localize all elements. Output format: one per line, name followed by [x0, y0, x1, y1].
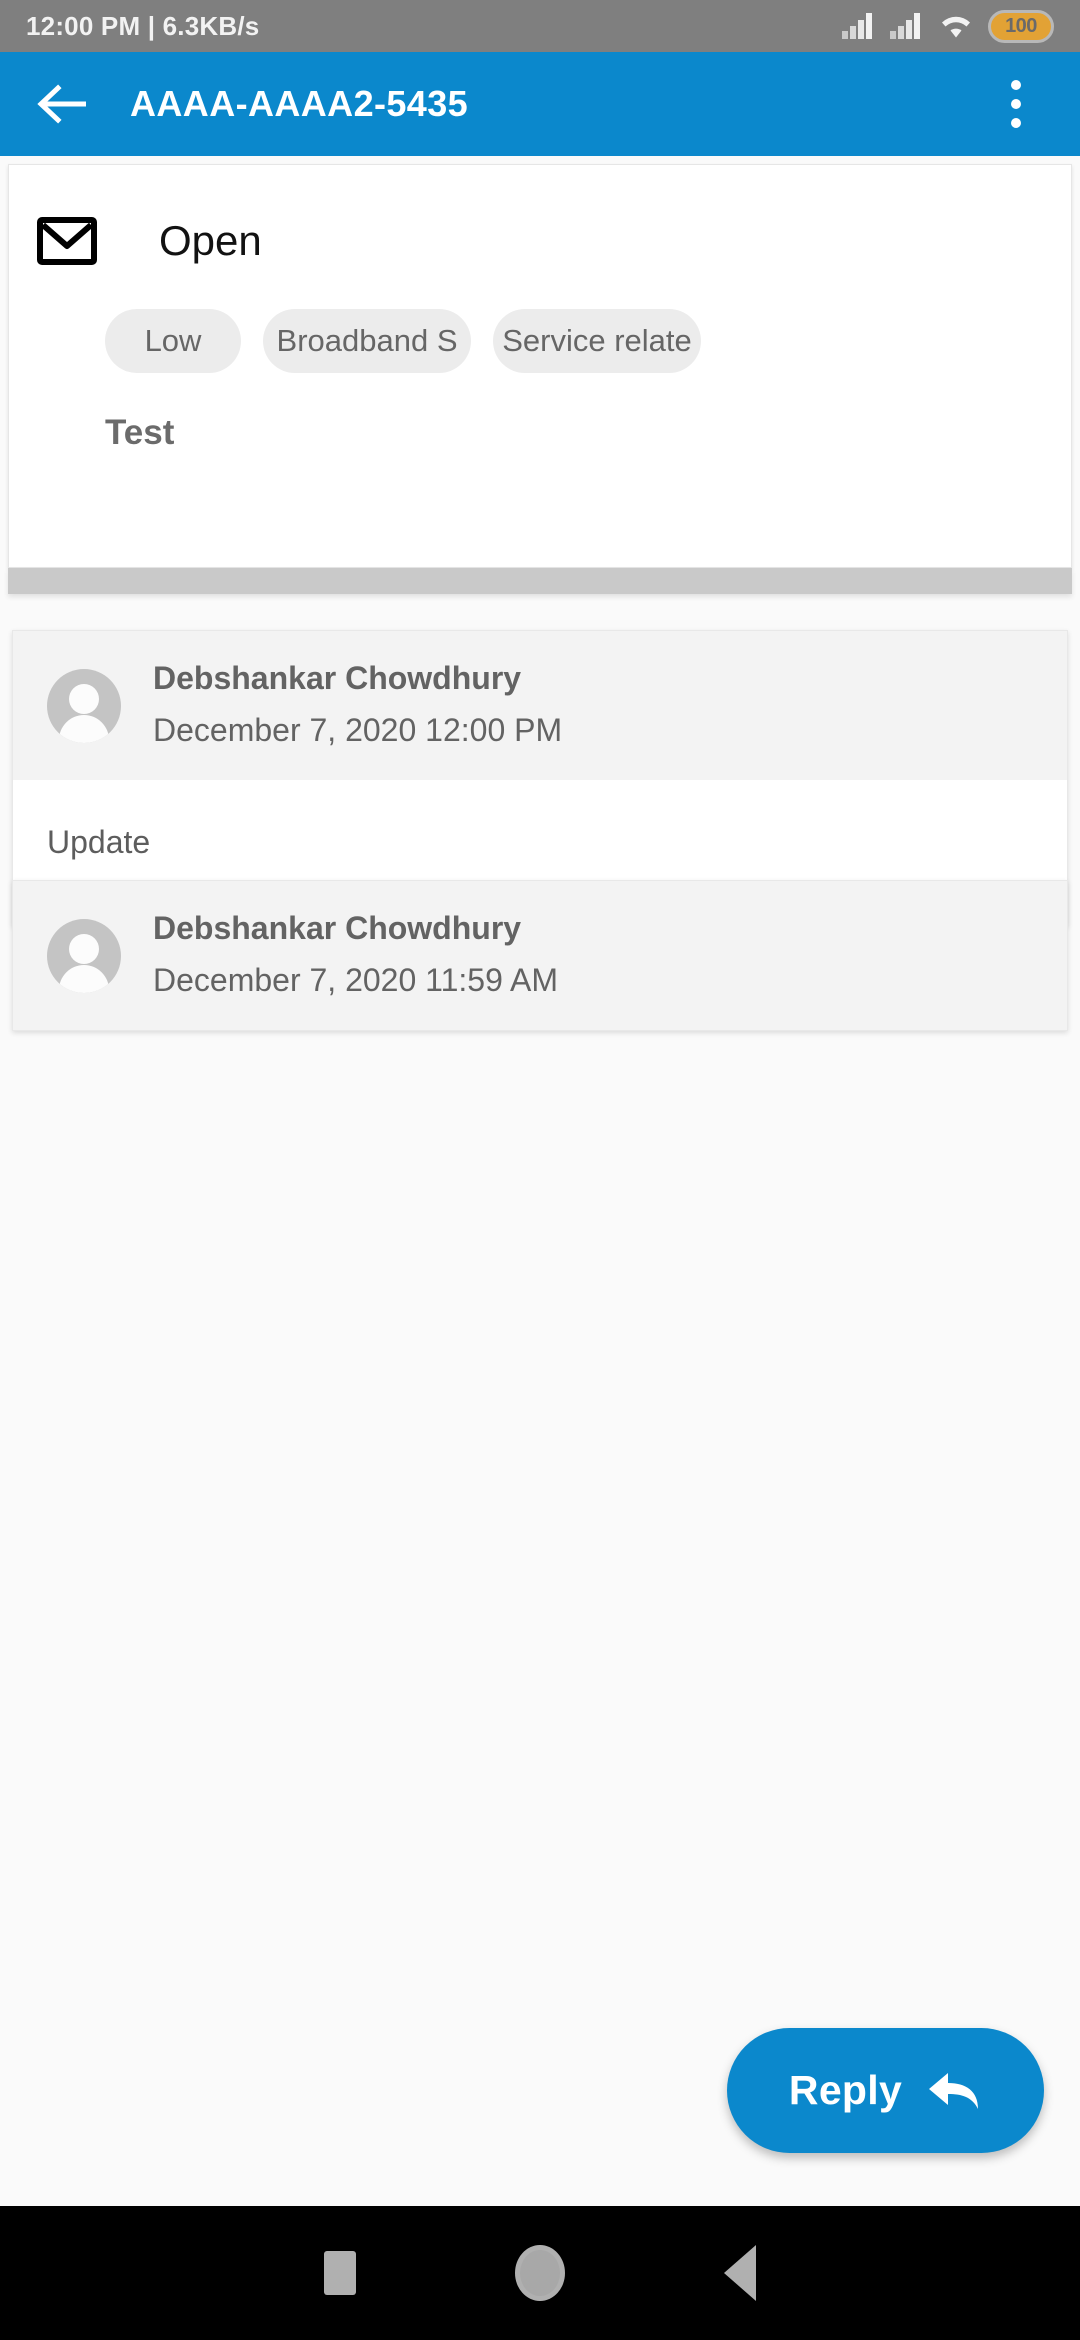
- more-vertical-icon: [1011, 118, 1021, 128]
- wifi-icon: [942, 16, 970, 37]
- conversation-timestamp: December 7, 2020 12:00 PM: [153, 712, 563, 749]
- square-icon: [324, 2251, 356, 2295]
- conversation-message-text: Update: [47, 824, 151, 861]
- status-icons: 100: [842, 9, 1054, 43]
- circle-icon: [515, 2245, 565, 2301]
- app-bar: AAAA-AAAA2-5435: [0, 52, 1080, 156]
- reply-arrow-icon: [929, 2072, 979, 2109]
- signal-icon: [842, 13, 872, 39]
- avatar-head: [69, 683, 99, 714]
- chip-type[interactable]: Service relate: [493, 309, 701, 373]
- conversation-card[interactable]: Debshankar Chowdhury December 7, 2020 11…: [12, 880, 1068, 1032]
- person-avatar-icon: [47, 918, 121, 993]
- avatar-head: [69, 933, 99, 964]
- battery-icon: 100: [988, 9, 1054, 43]
- ticket-summary-card: Open Low Broadband S Service relate Test: [8, 164, 1072, 568]
- conversation-timestamp: December 7, 2020 11:59 AM: [153, 962, 558, 999]
- envelope-icon: [37, 217, 97, 265]
- chip-category[interactable]: Broadband S: [263, 309, 471, 373]
- ticket-status-label: Open: [159, 217, 262, 264]
- more-vertical-icon: [1011, 99, 1021, 109]
- avatar-body: [59, 964, 109, 993]
- ticket-status-row: Open: [9, 165, 1071, 265]
- home-button[interactable]: [440, 2245, 640, 2301]
- nav-back-button[interactable]: [640, 2245, 840, 2301]
- ticket-subject: Test: [105, 413, 175, 452]
- recents-button[interactable]: [240, 2251, 440, 2295]
- phone-screen: 12:00 PM | 6.3KB/s 100 AAAA-AAAA2-5435 O…: [0, 0, 1080, 2340]
- avatar-body: [59, 714, 109, 743]
- status-time-and-network: 12:00 PM | 6.3KB/s: [26, 10, 260, 41]
- more-vertical-icon: [1011, 80, 1021, 90]
- reply-button[interactable]: Reply: [727, 2028, 1044, 2153]
- ticket-chip-row[interactable]: Low Broadband S Service relate: [105, 309, 1073, 373]
- arrow-left-icon: [37, 84, 86, 124]
- conversation-author: Debshankar Chowdhury: [153, 910, 522, 946]
- reply-button-label: Reply: [788, 2067, 903, 2113]
- battery-level: 100: [1005, 14, 1037, 37]
- conversation-meta: Debshankar Chowdhury December 7, 2020 12…: [153, 657, 562, 754]
- conversation-header[interactable]: Debshankar Chowdhury December 7, 2020 12…: [13, 631, 1067, 781]
- conversation-author: Debshankar Chowdhury: [153, 660, 522, 696]
- back-button[interactable]: [34, 75, 92, 133]
- page-title: AAAA-AAAA2-5435: [130, 83, 469, 124]
- chip-priority[interactable]: Low: [105, 309, 241, 373]
- system-navigation-bar: [0, 2206, 1080, 2340]
- signal-icon: [890, 13, 920, 39]
- conversation-header[interactable]: Debshankar Chowdhury December 7, 2020 11…: [13, 881, 1067, 1031]
- triangle-left-icon: [724, 2245, 756, 2301]
- person-avatar-icon: [47, 668, 121, 743]
- horizontal-scrollbar[interactable]: [8, 568, 1072, 594]
- status-bar: 12:00 PM | 6.3KB/s 100: [0, 0, 1080, 52]
- overflow-menu-button[interactable]: [986, 69, 1046, 139]
- conversation-meta: Debshankar Chowdhury December 7, 2020 11…: [153, 907, 558, 1004]
